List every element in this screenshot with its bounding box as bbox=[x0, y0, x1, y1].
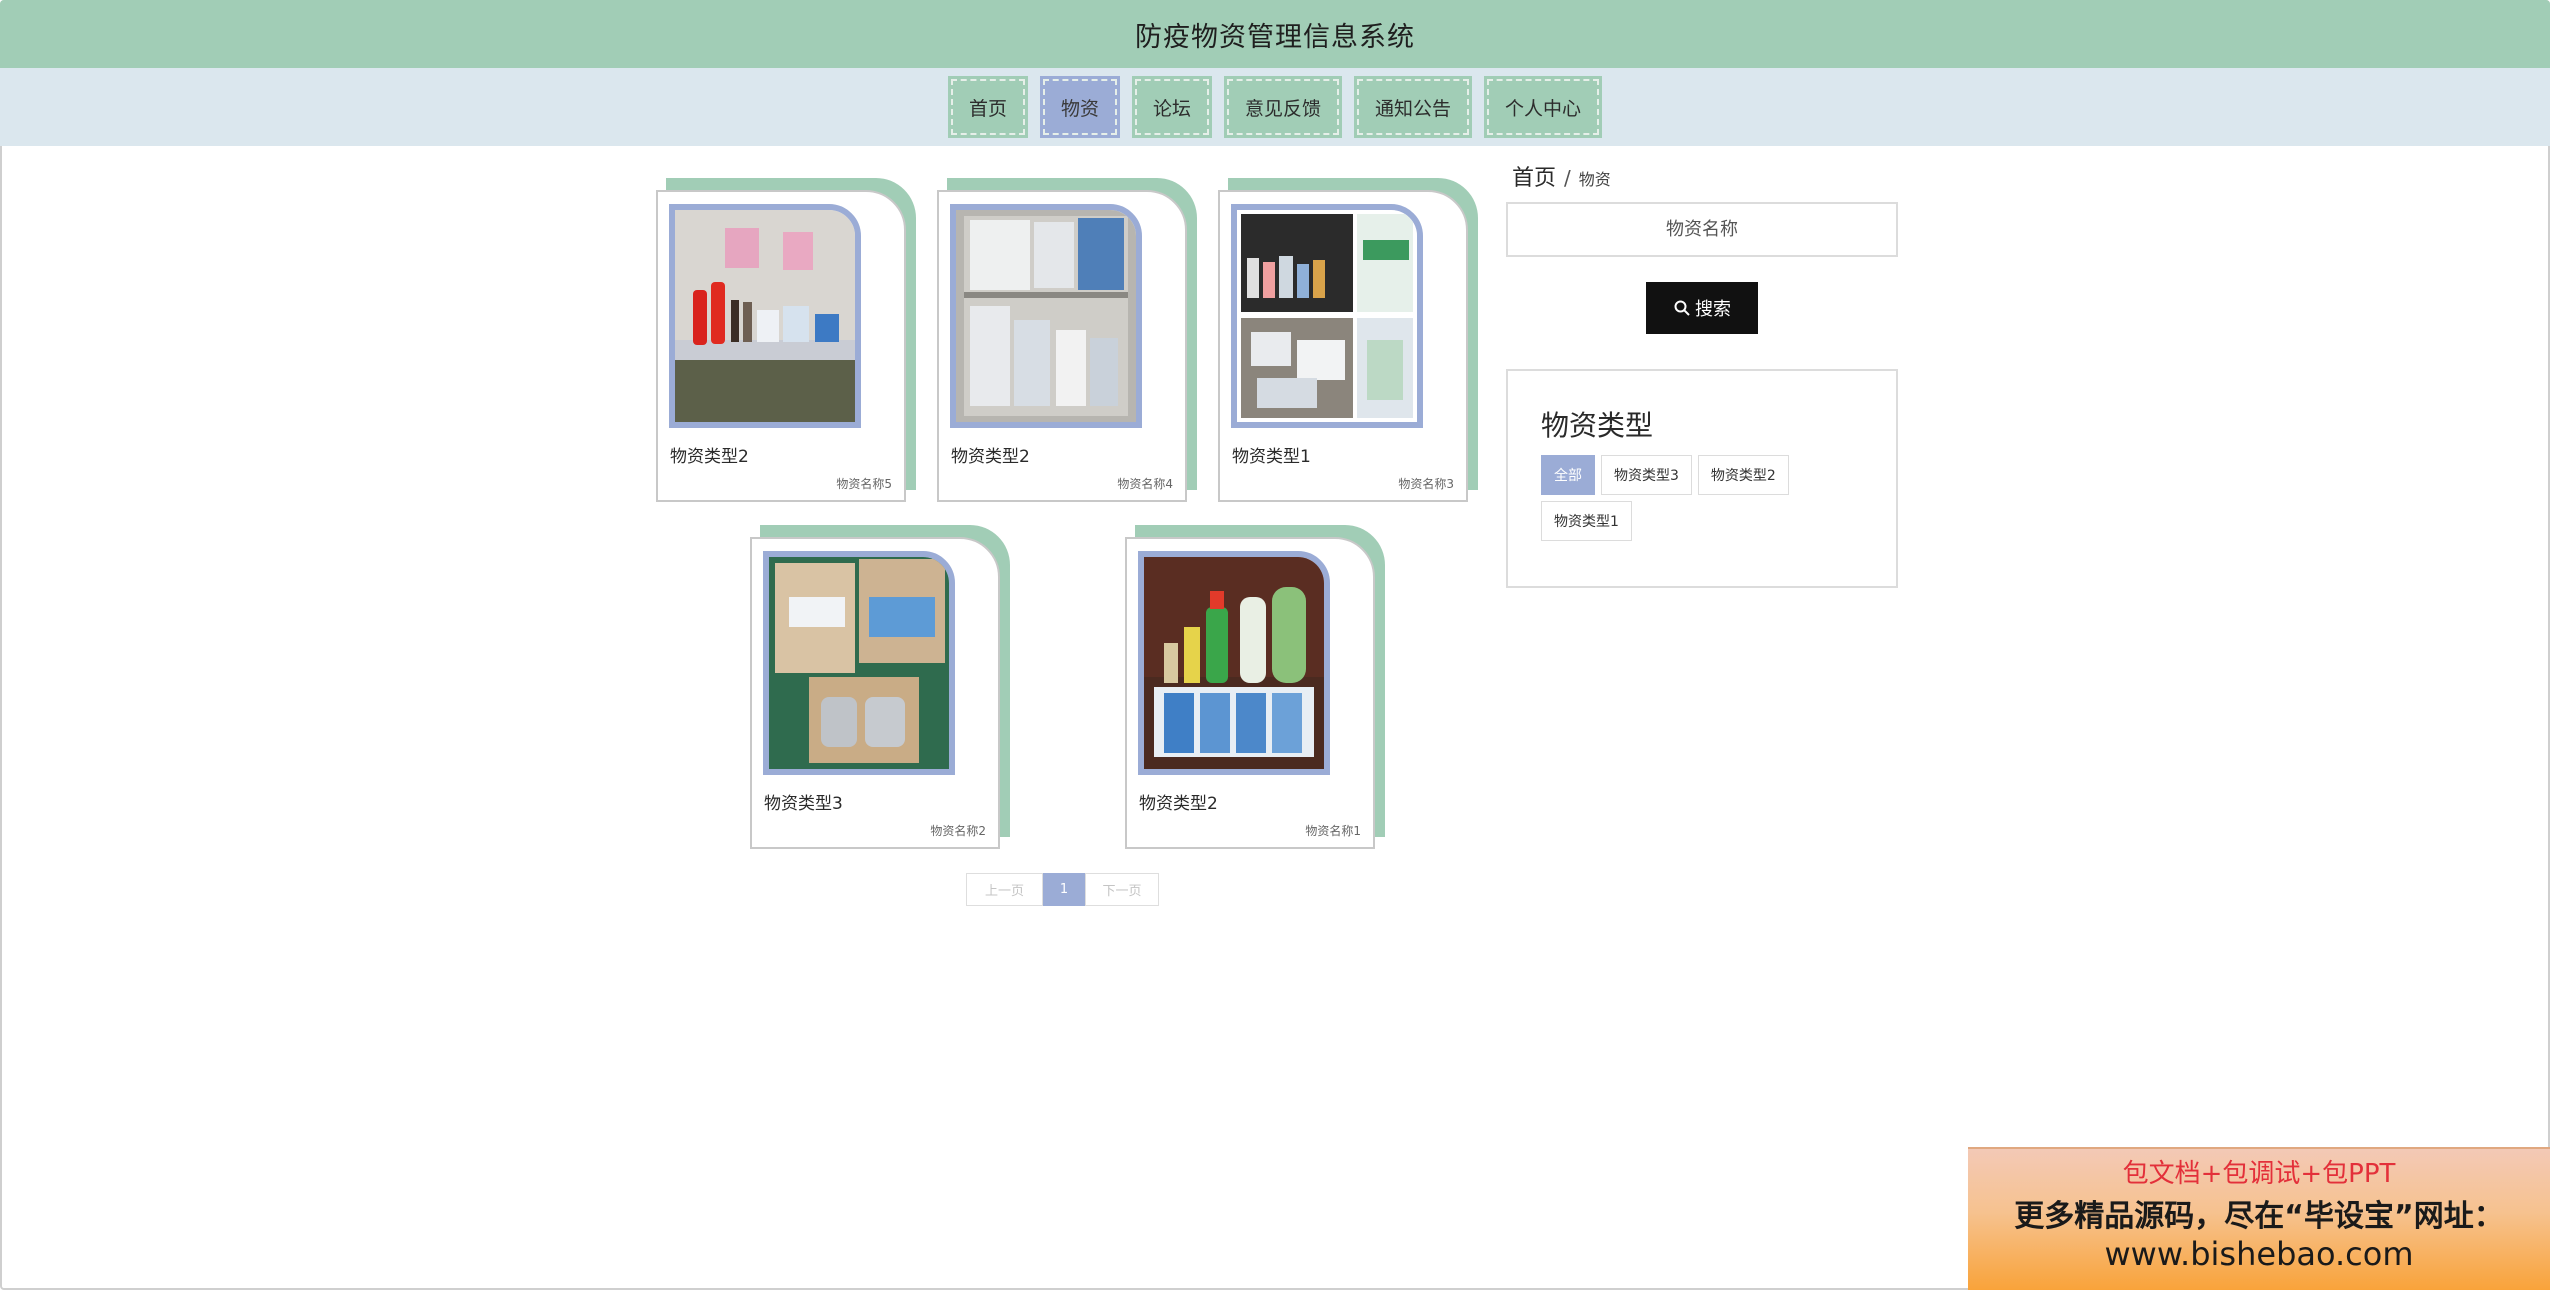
site-title: 防疫物资管理信息系统 bbox=[1135, 21, 1415, 53]
card-body: 物资类型2 物资名称5 bbox=[656, 190, 906, 502]
type-tag[interactable]: 物资类型2 bbox=[1697, 455, 1789, 495]
search-button[interactable]: 搜索 bbox=[1646, 282, 1758, 334]
search-input[interactable] bbox=[1506, 202, 1898, 257]
supply-type: 物资类型1 bbox=[1232, 447, 1311, 467]
supply-card[interactable]: 物资类型3 物资名称2 bbox=[750, 525, 1010, 849]
supply-type: 物资类型3 bbox=[764, 794, 843, 814]
supply-name: 物资名称4 bbox=[1117, 477, 1173, 491]
card-body: 物资类型2 物资名称1 bbox=[1125, 537, 1375, 849]
type-filter-panel: 物资类型 全部 物资类型3 物资类型2 物资类型1 bbox=[1506, 369, 1898, 588]
type-tag-all[interactable]: 全部 bbox=[1541, 455, 1595, 495]
card-body: 物资类型3 物资名称2 bbox=[750, 537, 1000, 849]
supply-image[interactable] bbox=[1231, 204, 1423, 428]
supply-card[interactable]: 物资类型2 物资名称4 bbox=[937, 178, 1197, 502]
next-page-button[interactable]: 下一页 bbox=[1085, 873, 1159, 906]
supply-type: 物资类型2 bbox=[670, 447, 749, 467]
nav-item-home[interactable]: 首页 bbox=[950, 79, 1025, 135]
supply-type: 物资类型2 bbox=[1139, 794, 1218, 814]
supply-type: 物资类型2 bbox=[951, 447, 1030, 467]
search-icon bbox=[1673, 299, 1691, 317]
breadcrumb-home[interactable]: 首页 bbox=[1512, 160, 1556, 192]
nav-item-notices[interactable]: 通知公告 bbox=[1357, 79, 1470, 135]
nav-item-supplies[interactable]: 物资 bbox=[1042, 79, 1117, 135]
supply-image[interactable] bbox=[763, 551, 955, 775]
nav-item-feedback[interactable]: 意见反馈 bbox=[1227, 79, 1340, 135]
supply-card[interactable]: 物资类型2 物资名称1 bbox=[1125, 525, 1385, 849]
type-filter-title: 物资类型 bbox=[1541, 409, 1654, 442]
supply-name: 物资名称3 bbox=[1398, 477, 1454, 491]
type-tag[interactable]: 物资类型1 bbox=[1541, 501, 1632, 541]
search-button-label: 搜索 bbox=[1695, 299, 1731, 320]
supply-image[interactable] bbox=[950, 204, 1142, 428]
ad-line-2: 更多精品源码，尽在“毕设宝”网址： bbox=[2014, 1199, 2504, 1234]
ad-banner[interactable]: 包文档+包调试+包PPT 更多精品源码，尽在“毕设宝”网址： www.bishe… bbox=[1968, 1147, 2550, 1290]
supply-image[interactable] bbox=[1138, 551, 1330, 775]
card-body: 物资类型1 物资名称3 bbox=[1218, 190, 1468, 502]
ad-url: www.bishebao.com bbox=[2104, 1235, 2414, 1273]
supply-card[interactable]: 物资类型1 物资名称3 bbox=[1218, 178, 1478, 502]
page-number-current[interactable]: 1 bbox=[1043, 873, 1085, 906]
breadcrumb-current: 物资 bbox=[1578, 170, 1611, 189]
supply-card[interactable]: 物资类型2 物资名称5 bbox=[656, 178, 916, 502]
type-filter-tags: 全部 物资类型3 物资类型2 物资类型1 bbox=[1541, 455, 1881, 541]
breadcrumb: 首页 / 物资 bbox=[1512, 160, 1611, 192]
breadcrumb-separator: / bbox=[1564, 166, 1571, 190]
main-nav: 首页 物资 论坛 意见反馈 通知公告 个人中心 bbox=[0, 68, 2550, 146]
supply-name: 物资名称5 bbox=[836, 477, 892, 491]
prev-page-button[interactable]: 上一页 bbox=[966, 873, 1043, 906]
type-tag[interactable]: 物资类型3 bbox=[1601, 455, 1692, 495]
nav-item-profile[interactable]: 个人中心 bbox=[1487, 79, 1600, 135]
card-body: 物资类型2 物资名称4 bbox=[937, 190, 1187, 502]
pagination: 上一页 1 下一页 bbox=[966, 873, 1159, 906]
supply-image[interactable] bbox=[669, 204, 861, 428]
supply-name: 物资名称1 bbox=[1305, 824, 1361, 838]
nav-item-forum[interactable]: 论坛 bbox=[1134, 79, 1209, 135]
supply-name: 物资名称2 bbox=[930, 824, 986, 838]
site-header: 防疫物资管理信息系统 bbox=[0, 0, 2550, 68]
ad-line-1: 包文档+包调试+包PPT bbox=[2122, 1159, 2396, 1189]
